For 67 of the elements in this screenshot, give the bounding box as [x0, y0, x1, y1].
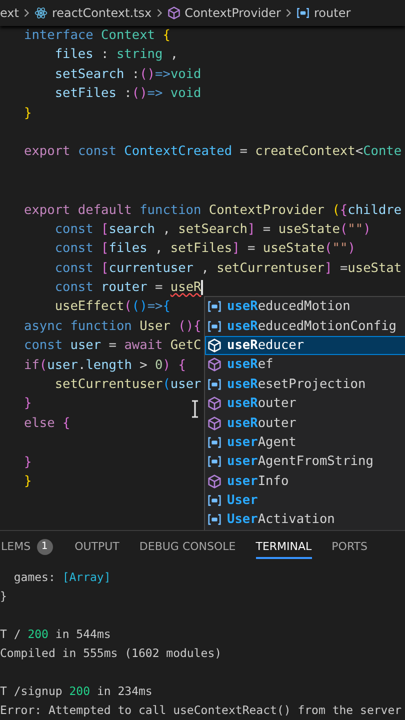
terminal-line: T /signup 200 in 234ms [0, 683, 154, 700]
breadcrumb-item[interactable]: reactContext.tsx [52, 6, 152, 20]
suggestion-item[interactable]: userAgent [205, 432, 405, 452]
variable-icon [207, 299, 222, 314]
variable-icon [296, 6, 310, 20]
terminal-line: games: [Array] [12, 569, 112, 586]
cube-icon [207, 357, 222, 372]
terminal-line: } [0, 588, 8, 605]
chevron-icon [156, 8, 163, 18]
code-line: const [files , setFiles] = useState("") [54, 240, 356, 258]
breadcrumb-item[interactable]: ext [0, 6, 19, 20]
suggestion-item[interactable]: userInfo [205, 472, 405, 491]
suggestion-item[interactable]: useRef [205, 355, 405, 375]
cube-icon [207, 474, 222, 489]
chevron-icon [22, 8, 30, 18]
code-line: useEffect(()=>{ [54, 298, 170, 316]
variable-icon [207, 434, 222, 450]
panel-tab[interactable]: OUTPUT [74, 534, 120, 559]
code-line: interface Context { [24, 27, 170, 45]
cube-icon [207, 396, 222, 412]
code-line: } [24, 472, 32, 491]
variable-icon [207, 512, 222, 528]
code-line: setFiles :()=> void [54, 85, 202, 104]
code-line: else { [24, 414, 70, 433]
variable-icon [207, 376, 222, 392]
terminal-line: Error: Attempted to call useContextReact() from the server [0, 702, 403, 719]
variable-icon [207, 318, 222, 334]
suggestion-item[interactable]: useReducer [205, 336, 405, 356]
terminal-line: T / 200 in 544ms [0, 626, 112, 643]
suggestion-item[interactable]: useReducedMotionConfig [205, 316, 405, 336]
suggestion-item[interactable]: useRouter [205, 413, 405, 433]
cube-icon [207, 338, 222, 353]
panel-tab[interactable]: LEMS [1, 534, 31, 559]
panel-tab[interactable]: DEBUG CONSOLE [139, 534, 236, 559]
code-line: } [24, 454, 32, 472]
suggestion-item[interactable]: User [205, 490, 405, 510]
suggestion-item[interactable]: UserActivation [205, 510, 405, 530]
code-line: const router = useR [54, 279, 204, 298]
code-line: files : string , [54, 46, 178, 64]
code-line: export default function ContextProvider ({childre [24, 202, 402, 220]
panel-tab[interactable]: PORTS [332, 534, 368, 559]
cube-icon [207, 416, 222, 431]
code-line: } [24, 395, 32, 414]
suggestion-item[interactable]: useReducedMotion [205, 297, 405, 316]
code-line: } [24, 104, 32, 123]
atom-icon [34, 6, 48, 20]
count-badge: 1 [36, 538, 53, 554]
text-cursor-icon [191, 400, 199, 418]
variable-icon [207, 493, 222, 508]
suggestion-item[interactable]: userAgentFromString [205, 452, 405, 472]
chevron-icon [285, 8, 292, 18]
code-line: if(user.length > 0) { [24, 356, 186, 375]
suggestion-item[interactable]: useResetProjection [205, 374, 405, 394]
terminal-line: Compiled in 555ms (1602 modules) [0, 645, 223, 662]
breadcrumb-item[interactable]: ContextProvider [184, 6, 281, 20]
breadcrumb-item[interactable]: router [314, 6, 351, 20]
variable-icon [207, 454, 222, 470]
code-line: setSearch :()=>void [54, 66, 202, 84]
code-line: setCurrentuser(user [54, 376, 202, 394]
code-line: const [search , setSearch] = useState("") [54, 220, 371, 239]
cube-icon [166, 6, 181, 20]
code-line: export const ContextCreated = createContext<Conte [24, 143, 402, 162]
panel-tab[interactable]: TERMINAL [256, 534, 312, 559]
code-line: const user = await GetC [24, 337, 202, 356]
suggestion-item[interactable]: useRouter [205, 394, 405, 414]
code-line: const [currentuser , setCurrentuser] =useStat [54, 260, 402, 278]
code-line: async function User (){ [24, 318, 202, 336]
